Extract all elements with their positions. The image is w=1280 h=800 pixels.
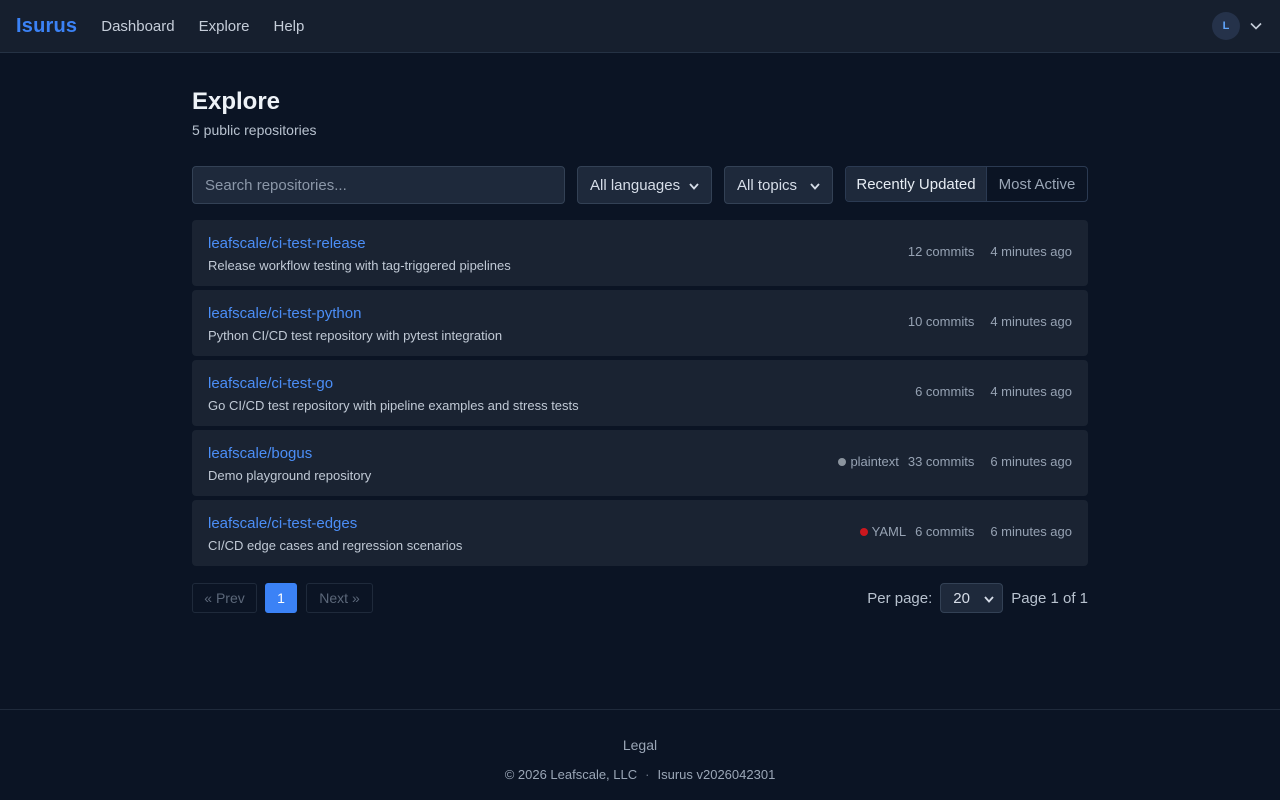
top-navbar: Isurus Dashboard Explore Help L [0,0,1280,53]
chevron-down-icon [689,177,699,194]
chevron-down-icon [810,177,820,194]
version-text: Isurus v2026042301 [657,767,776,782]
repository-link[interactable]: leafscale/ci-test-python [208,305,361,322]
per-page-label: Per page: [867,589,933,607]
language-select[interactable]: All languages [577,166,712,204]
sort-recently-updated-button[interactable]: Recently Updated [846,167,987,201]
commit-count: 33 commits [907,454,975,469]
repository-meta: plaintext 33 commits 6 minutes ago [838,454,1072,469]
language-name: YAML [871,524,907,539]
repository-count: 5 public repositories [192,122,317,138]
copyright-text: © 2026 Leafscale, LLC [504,767,638,782]
page-title: Explore [192,88,281,115]
updated-time: 6 minutes ago [990,524,1072,539]
repository-link[interactable]: leafscale/ci-test-release [208,235,366,252]
repository-description: Go CI/CD test repository with pipeline e… [208,398,579,413]
repository-card: leafscale/bogus Demo playground reposito… [192,430,1088,496]
footer: Legal © 2026 Leafscale, LLC · Isurus v2026… [0,709,1280,800]
updated-time: 6 minutes ago [990,454,1072,469]
per-page-control: Per page: 20 Page 1 of 1 [867,583,1088,613]
repository-description: Python CI/CD test repository with pytest… [208,328,503,343]
commit-count: 12 commits [907,244,975,259]
per-page-select[interactable]: 20 [940,583,1004,613]
topic-select-value: All topics [737,176,798,194]
commit-count: 10 commits [907,314,975,329]
avatar: L [1212,12,1240,40]
brand-logo[interactable]: Isurus [16,15,77,38]
page-1-button[interactable]: 1 [265,583,297,613]
repository-list: leafscale/ci-test-release Release workfl… [192,220,1088,570]
commit-count: 6 commits [915,384,975,399]
repository-link[interactable]: leafscale/bogus [208,445,312,462]
user-menu-toggle[interactable]: L [1212,12,1264,40]
nav-link-help[interactable]: Help [273,18,304,35]
next-page-button[interactable]: Next » [306,583,373,613]
separator: · [645,767,650,782]
nav-link-explore[interactable]: Explore [199,18,250,35]
chevron-down-icon [984,590,994,607]
repository-link[interactable]: leafscale/ci-test-edges [208,515,357,532]
repository-description: Release workflow testing with tag-trigge… [208,258,511,273]
filter-bar: All languages All topics Recently Update… [192,166,1088,204]
language-select-value: All languages [590,176,681,194]
repository-card: leafscale/ci-test-python Python CI/CD te… [192,290,1088,356]
topic-select[interactable]: All topics [724,166,833,204]
repository-card: leafscale/ci-test-go Go CI/CD test repos… [192,360,1088,426]
updated-time: 4 minutes ago [990,244,1072,259]
language-badge: plaintext [838,454,899,469]
repository-meta: 10 commits 4 minutes ago [908,314,1072,329]
sort-most-active-button[interactable]: Most Active [987,167,1087,201]
language-color-dot [838,457,847,466]
repository-meta: 6 commits 4 minutes ago [915,384,1072,399]
repository-card: leafscale/ci-test-release Release workfl… [192,220,1088,286]
repository-card: leafscale/ci-test-edges CI/CD edge cases… [192,500,1088,566]
pagination: « Prev 1 Next » Per page: 20 Page 1 of 1 [192,583,1088,613]
footer-legal-link[interactable]: Legal [0,737,1280,753]
footer-copyright: © 2026 Leafscale, LLC · Isurus v2026042301 [0,767,1280,782]
search-input[interactable] [192,166,565,204]
repository-description: Demo playground repository [208,468,372,483]
sort-toggle-group: Recently Updated Most Active [845,166,1088,202]
repository-description: CI/CD edge cases and regression scenario… [208,538,463,553]
updated-time: 4 minutes ago [990,384,1072,399]
language-color-dot [859,527,868,536]
repository-link[interactable]: leafscale/ci-test-go [208,375,333,392]
updated-time: 4 minutes ago [990,314,1072,329]
repository-meta: 12 commits 4 minutes ago [908,244,1072,259]
language-badge: YAML [859,524,907,539]
prev-page-button[interactable]: « Prev [192,583,257,613]
per-page-value: 20 [953,589,970,607]
page-info: Page 1 of 1 [1011,589,1088,607]
repository-meta: YAML 6 commits 6 minutes ago [859,524,1072,539]
chevron-down-icon [1248,18,1264,34]
language-name: plaintext [850,454,899,469]
nav-link-dashboard[interactable]: Dashboard [101,18,174,35]
commit-count: 6 commits [915,524,975,539]
